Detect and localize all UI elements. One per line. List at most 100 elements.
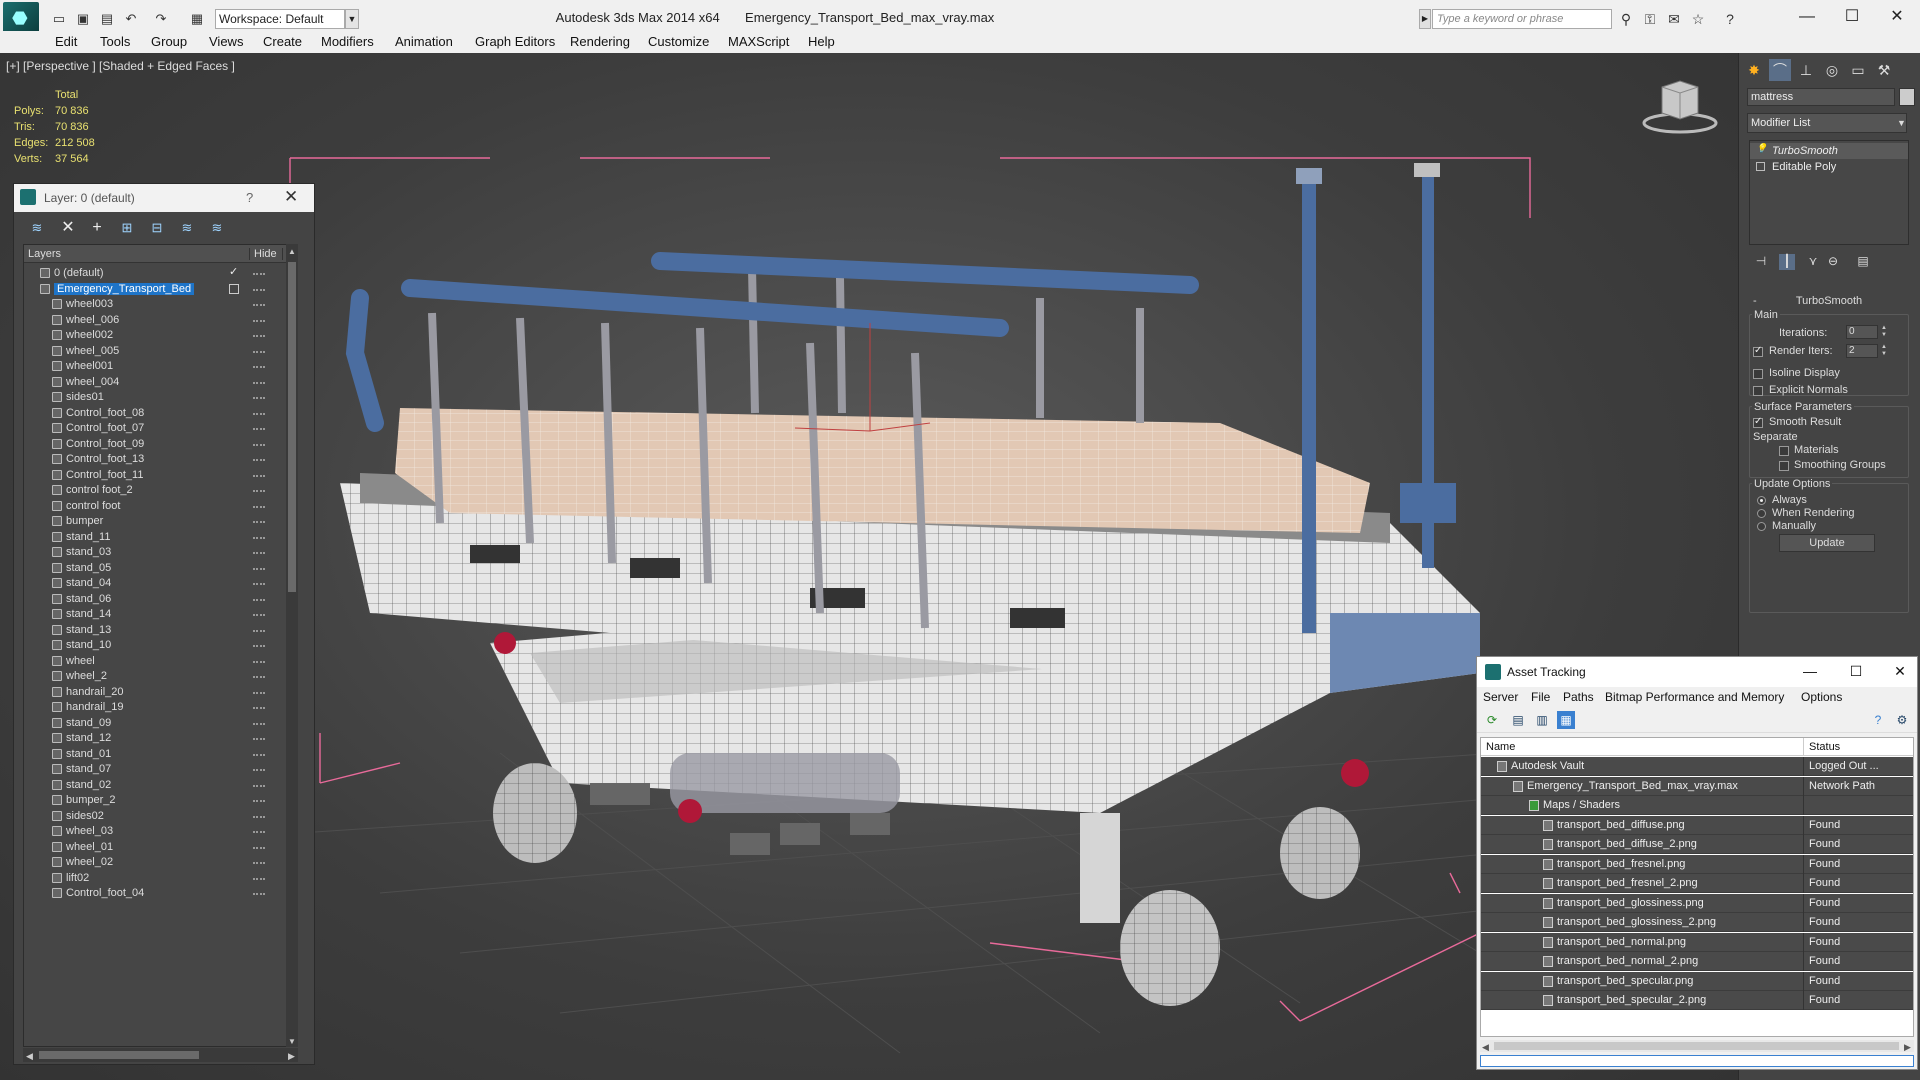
- render-iters-checkbox[interactable]: [1753, 345, 1763, 357]
- configure-modifier-sets-icon[interactable]: ▤: [1855, 254, 1871, 270]
- render-iters-spinner[interactable]: 2: [1846, 344, 1878, 358]
- display-tab-icon[interactable]: ▭: [1847, 59, 1869, 81]
- remove-modifier-icon[interactable]: ⊖: [1825, 254, 1841, 270]
- minimize-button[interactable]: —: [1784, 4, 1830, 30]
- select-objects-icon[interactable]: ⊟: [148, 220, 166, 236]
- delete-layer-icon[interactable]: ✕: [59, 220, 77, 236]
- set-current-layer-icon[interactable]: [229, 283, 239, 294]
- highlight-layer-icon[interactable]: ≋: [178, 220, 196, 236]
- menu-options[interactable]: Options: [1801, 690, 1842, 704]
- smoothing-groups-checkbox[interactable]: [1779, 461, 1789, 471]
- hide-toggle[interactable]: [253, 629, 265, 632]
- hide-toggle[interactable]: [253, 862, 265, 864]
- asset-row[interactable]: transport_bed_fresnel.png Found: [1481, 854, 1913, 874]
- menu-edit[interactable]: Edit: [55, 34, 77, 49]
- hide-toggle[interactable]: [253, 273, 265, 275]
- always-radio[interactable]: [1757, 496, 1766, 505]
- hide-toggle[interactable]: [253, 335, 265, 337]
- communication-icon[interactable]: ✉: [1664, 10, 1684, 28]
- hide-toggle[interactable]: [253, 614, 265, 616]
- motion-tab-icon[interactable]: ◎: [1821, 59, 1843, 81]
- help-icon[interactable]: ?: [246, 190, 253, 205]
- hide-toggle[interactable]: [253, 459, 265, 461]
- menu-create[interactable]: Create: [263, 34, 302, 49]
- list-view-icon[interactable]: ▤: [1509, 711, 1527, 729]
- layer-vertical-scrollbar[interactable]: ▲ ▼: [286, 244, 298, 1047]
- when-rendering-radio[interactable]: [1757, 509, 1766, 518]
- asset-row[interactable]: Emergency_Transport_Bed_max_vray.max Netw…: [1481, 776, 1913, 796]
- lightbulb-icon[interactable]: 💡: [1756, 143, 1767, 153]
- hide-toggle[interactable]: [253, 800, 265, 802]
- menu-views[interactable]: Views: [209, 34, 243, 49]
- pin-stack-icon[interactable]: ⊣: [1753, 254, 1769, 270]
- search-expander-icon[interactable]: ▶: [1419, 9, 1431, 29]
- hide-toggle[interactable]: [253, 412, 265, 415]
- menu-group[interactable]: Group: [151, 34, 187, 49]
- modify-tab-icon[interactable]: ⌒: [1769, 59, 1791, 81]
- col-layers[interactable]: Layers: [28, 248, 61, 260]
- materials-checkbox[interactable]: [1779, 446, 1789, 456]
- menu-customize[interactable]: Customize: [648, 34, 709, 49]
- subscription-icon[interactable]: ⚿: [1640, 10, 1660, 28]
- hide-toggle[interactable]: [253, 490, 265, 492]
- hide-toggle[interactable]: [253, 397, 265, 399]
- hide-toggle[interactable]: [253, 350, 265, 353]
- hide-toggle[interactable]: [253, 815, 265, 818]
- asset-row[interactable]: transport_bed_diffuse_2.png Found: [1481, 835, 1913, 854]
- col-status[interactable]: Status: [1803, 738, 1840, 756]
- menu-rendering[interactable]: Rendering: [570, 34, 630, 49]
- maximize-button[interactable]: ☐: [1829, 4, 1875, 30]
- update-button[interactable]: Update: [1779, 534, 1875, 552]
- hide-toggle[interactable]: [253, 381, 265, 384]
- asset-row[interactable]: Maps / Shaders: [1481, 796, 1913, 815]
- layer-list[interactable]: Layers Hide F 0 (default) ✓ Emergency_Tran…: [23, 244, 298, 1047]
- close-button[interactable]: ✕: [1874, 4, 1920, 30]
- isoline-display-checkbox[interactable]: [1753, 369, 1763, 379]
- hide-toggle[interactable]: [253, 722, 265, 725]
- refresh-icon[interactable]: ⟳: [1483, 711, 1501, 729]
- hide-toggle[interactable]: [253, 443, 265, 446]
- hide-toggle[interactable]: [253, 552, 265, 554]
- modifier-stack[interactable]: 💡 TurboSmooth Editable Poly: [1749, 140, 1909, 245]
- menu-maxscript[interactable]: MAXScript: [728, 34, 789, 49]
- utilities-tab-icon[interactable]: ⚒: [1873, 59, 1895, 81]
- smooth-result-checkbox[interactable]: [1753, 416, 1763, 428]
- minimize-button[interactable]: —: [1795, 661, 1825, 681]
- asset-horizontal-scrollbar[interactable]: ◀ ▶: [1480, 1040, 1914, 1052]
- close-icon[interactable]: ✕: [284, 187, 298, 207]
- chevron-down-icon[interactable]: ▼: [1895, 114, 1908, 132]
- hide-toggle[interactable]: [253, 474, 265, 477]
- binoculars-icon[interactable]: ⚲: [1616, 10, 1636, 28]
- layer-horizontal-scrollbar[interactable]: ◀ ▶: [23, 1048, 298, 1062]
- layers-icon[interactable]: ≋: [28, 220, 46, 236]
- asset-row[interactable]: transport_bed_diffuse.png Found: [1481, 815, 1913, 835]
- col-hide[interactable]: Hide: [249, 248, 277, 260]
- hide-toggle[interactable]: [253, 707, 265, 709]
- menu-animation[interactable]: Animation: [395, 34, 453, 49]
- hide-toggle[interactable]: [253, 753, 265, 756]
- object-name-field[interactable]: mattress: [1747, 88, 1895, 106]
- asset-row[interactable]: transport_bed_fresnel_2.png Found: [1481, 874, 1913, 893]
- viewcube-icon[interactable]: [1640, 77, 1720, 137]
- menu-graph-editors[interactable]: Graph Editors: [475, 34, 555, 49]
- hide-toggle[interactable]: [253, 304, 265, 306]
- create-tab-icon[interactable]: ✸: [1743, 59, 1765, 81]
- hide-toggle[interactable]: [253, 536, 265, 539]
- hide-toggle[interactable]: [253, 319, 265, 322]
- object-color-swatch[interactable]: [1899, 88, 1915, 106]
- turbosmooth-rollout-title[interactable]: - TurboSmooth: [1749, 295, 1909, 309]
- manually-radio[interactable]: [1757, 522, 1766, 531]
- spinner-arrows-icon[interactable]: ▲ ▼: [1880, 325, 1888, 339]
- add-selection-icon[interactable]: ⊞: [118, 220, 136, 236]
- object-row[interactable]: Control_foot_04: [24, 884, 286, 903]
- search-input[interactable]: Type a keyword or phrase: [1432, 9, 1612, 29]
- hide-toggle[interactable]: [253, 598, 265, 601]
- add-layer-icon[interactable]: +: [88, 220, 106, 236]
- iterations-spinner[interactable]: 0: [1846, 325, 1878, 339]
- asset-tracking-header[interactable]: Asset Tracking — ☐ ✕: [1477, 657, 1917, 687]
- asset-row[interactable]: transport_bed_specular_2.png Found: [1481, 991, 1913, 1010]
- asset-row[interactable]: transport_bed_glossiness_2.png Found: [1481, 913, 1913, 932]
- spinner-arrows-icon[interactable]: ▲ ▼: [1880, 344, 1888, 358]
- hierarchy-tab-icon[interactable]: ⊥: [1795, 59, 1817, 81]
- menu-server[interactable]: Server: [1483, 690, 1518, 704]
